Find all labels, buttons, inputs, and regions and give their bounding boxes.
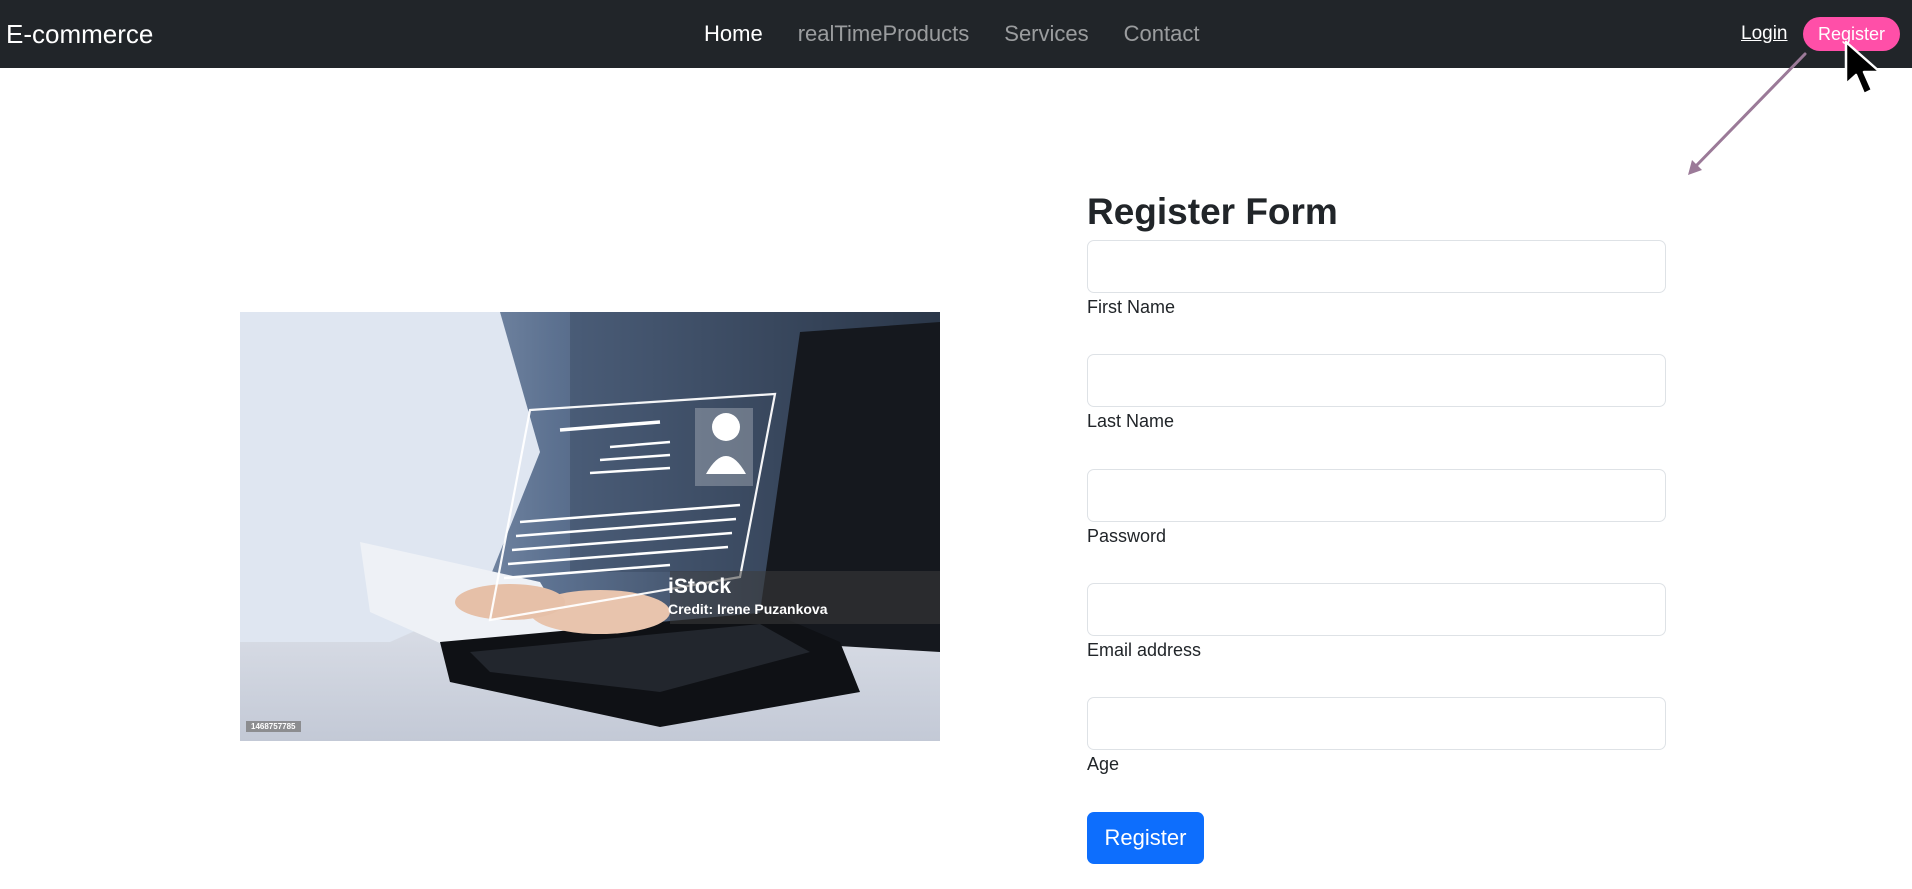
last-name-label: Last Name	[1087, 411, 1175, 431]
password-label: Password	[1087, 526, 1167, 546]
age-input[interactable]	[1087, 697, 1666, 750]
watermark-credit: Credit: Irene Puzankova	[668, 601, 828, 617]
register-illustration-image	[240, 312, 940, 741]
nav-link-services[interactable]: Services	[1004, 19, 1088, 49]
nav-link-contact[interactable]: Contact	[1124, 19, 1200, 49]
navbar: E-commerce Home realTimeProducts Service…	[0, 0, 1912, 68]
register-submit-button[interactable]: Register	[1087, 812, 1204, 864]
password-input[interactable]	[1087, 469, 1666, 522]
first-name-input[interactable]	[1087, 240, 1666, 293]
watermark-brand: iStock	[668, 575, 732, 598]
form-title: Register Form	[1087, 191, 1338, 232]
email-label: Email address	[1087, 640, 1202, 660]
mouse-cursor-icon	[1844, 40, 1882, 96]
first-name-label: First Name	[1087, 297, 1176, 317]
image-id-badge: 1468757785	[246, 721, 301, 732]
nav-link-realtimeproducts[interactable]: realTimeProducts	[798, 19, 970, 49]
annotation-arrow-icon	[1688, 52, 1807, 175]
illustration-graphic	[240, 312, 940, 741]
login-link[interactable]: Login	[1741, 21, 1788, 47]
last-name-input[interactable]	[1087, 354, 1666, 407]
nav-links: Home realTimeProducts Services Contact	[704, 19, 1234, 49]
nav-link-home[interactable]: Home	[704, 19, 763, 49]
age-label: Age	[1087, 754, 1120, 774]
email-input[interactable]	[1087, 583, 1666, 636]
brand-logo[interactable]: E-commerce	[6, 18, 153, 50]
